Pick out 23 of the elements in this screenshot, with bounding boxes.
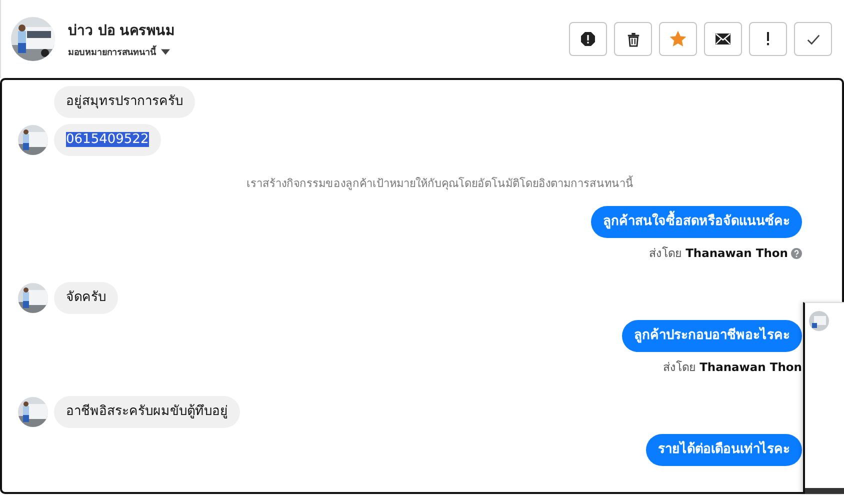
- star-button[interactable]: [659, 22, 697, 56]
- alert-octagon-icon: [580, 31, 596, 47]
- exclamation-icon: [766, 32, 770, 46]
- caret-icon[interactable]: [161, 49, 170, 55]
- sent-by-label: ส่งโดย Thanawan Thon: [648, 245, 788, 262]
- report-button[interactable]: [569, 22, 607, 56]
- delete-button[interactable]: [614, 22, 652, 56]
- help-icon[interactable]: [791, 248, 802, 258]
- message-bubble: ลูกค้าประกอบอาชีพอะไรคะ: [622, 320, 802, 352]
- contact-name: บ่าว ปอ นครพนม: [68, 22, 175, 41]
- assign-dropdown[interactable]: มอบหมายการสนทนานี้: [68, 45, 175, 59]
- message-bubble: อาชีพอิสระครับผมขับตู้ทึบอยู่: [54, 396, 240, 428]
- mini-chat-window[interactable]: [803, 302, 844, 494]
- message-bubble: ลูกค้าสนใจซื้อสดหรือจัดแนนซ์คะ: [591, 206, 802, 238]
- message-bubble: อยู่สมุทรปราการครับ: [54, 86, 195, 118]
- message-bubble: จัดครับ: [54, 282, 118, 314]
- message-bubble: 0615409522: [54, 124, 161, 156]
- sent-by-label: ส่งโดย Thanawan Thon: [662, 359, 802, 376]
- envelope-icon: [715, 33, 731, 45]
- trash-icon: [626, 32, 640, 46]
- message-bubble: รายได้ต่อเดือนเท่าไรคะ: [646, 434, 802, 466]
- mail-button[interactable]: [704, 22, 742, 56]
- system-note: เราสร้างกิจกรรมของลูกค้าเป้าหมายให้กับคุณโดยอัตโนมัติโดยอิงตามการสนทนานี้: [246, 174, 634, 192]
